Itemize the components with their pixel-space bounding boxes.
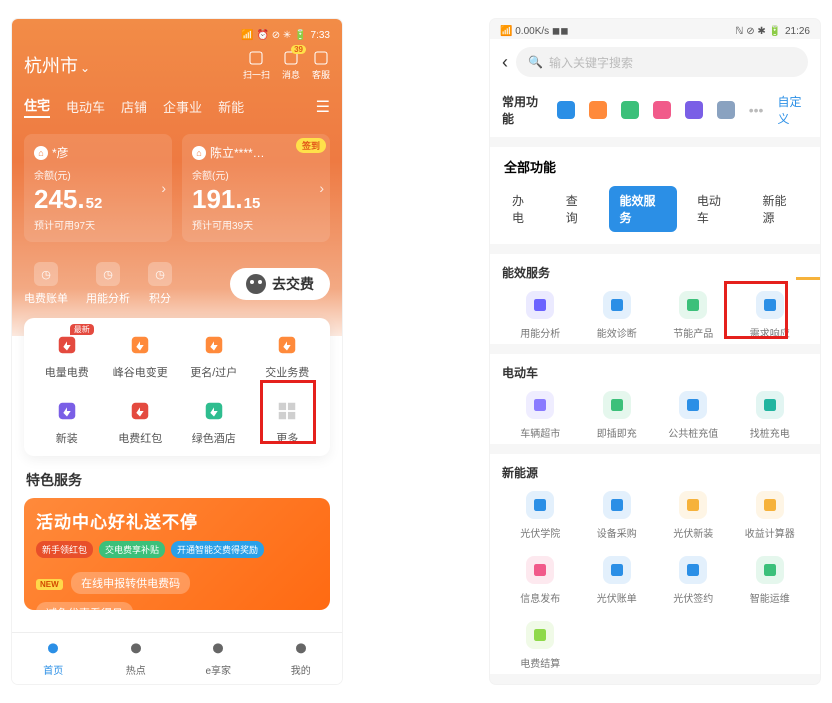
- account-card[interactable]: ⌂陈立****… 余额(元) 191.15 预计可用39天›签到: [182, 134, 330, 242]
- phone-home-screen: 📶 ⏰ ⊘ ✳ 🔋 7:33 杭州市⌄ 扫一扫消息39 客服 住宅电动车店铺企事业…: [12, 19, 342, 684]
- status-bar: 📶 0.00K/s ◼◼ ℕ ⊘ ✱ 🔋21:26: [490, 19, 820, 39]
- grid-item-绿色酒店[interactable]: 绿色酒店: [177, 398, 251, 446]
- frequent-label: 常用功能: [502, 93, 543, 127]
- service-即插即充[interactable]: 即插即充: [579, 391, 656, 440]
- menu-icon[interactable]: ☰: [316, 97, 330, 117]
- section-新能源: 新能源光伏学院设备采购光伏新装收益计算器信息发布光伏账单光伏签约智能运维电费结算: [490, 454, 820, 674]
- special-service-title: 特色服务: [26, 470, 328, 490]
- cat-能效服务[interactable]: 能效服务: [609, 186, 676, 232]
- nav-首页[interactable]: 首页: [12, 633, 95, 684]
- back-button[interactable]: ‹: [502, 52, 508, 73]
- service-收益计算器[interactable]: 收益计算器: [732, 491, 809, 540]
- cat-新能源[interactable]: 新能源: [752, 186, 808, 232]
- tab-店铺[interactable]: 店铺: [121, 97, 147, 116]
- service-设备采购[interactable]: 设备采购: [579, 491, 656, 540]
- points-icon[interactable]: ◷积分: [148, 262, 172, 306]
- all-functions-title: 全部功能: [490, 147, 820, 176]
- nav-热点[interactable]: 热点: [95, 633, 178, 684]
- service-光伏新装[interactable]: 光伏新装: [655, 491, 732, 540]
- search-input[interactable]: 🔍 输入关键字搜索: [516, 47, 808, 77]
- section-能效服务: 能效服务用能分析能效诊断节能产品需求响应: [490, 254, 820, 344]
- phone-all-functions-screen: 📶 0.00K/s ◼◼ ℕ ⊘ ✱ 🔋21:26 ‹ 🔍 输入关键字搜索 常用…: [490, 19, 820, 684]
- grid-item-新装[interactable]: 新装: [30, 398, 104, 446]
- customize-link[interactable]: 自定义: [777, 93, 808, 127]
- section-title: 新能源: [502, 464, 808, 481]
- fav-app-icon[interactable]: [653, 101, 671, 119]
- nav-我的[interactable]: 我的: [260, 633, 343, 684]
- chevron-down-icon: ⌄: [80, 61, 90, 75]
- service-电费结算[interactable]: 电费结算: [502, 621, 579, 670]
- service-公共桩充值[interactable]: 公共桩充值: [655, 391, 732, 440]
- service-需求响应[interactable]: 需求响应: [732, 291, 809, 340]
- cat-查询[interactable]: 查询: [556, 186, 600, 232]
- tab-企事业[interactable]: 企事业: [163, 97, 202, 116]
- grid-item-更多[interactable]: 更多: [251, 398, 325, 446]
- bottom-nav: 首页热点e享家我的: [12, 632, 342, 684]
- status-bar: 📶 ⏰ ⊘ ✳ 🔋 7:33: [24, 27, 330, 43]
- grid-item-电费红包[interactable]: 电费红包: [104, 398, 178, 446]
- section-title: 能效服务: [502, 264, 808, 281]
- service-能效诊断[interactable]: 能效诊断: [579, 291, 656, 340]
- grid-item-更名/过户[interactable]: 更名/过户: [177, 332, 251, 380]
- service-光伏账单[interactable]: 光伏账单: [579, 556, 656, 605]
- service-用能分析[interactable]: 用能分析: [502, 291, 579, 340]
- headset-icon[interactable]: 客服: [312, 49, 330, 81]
- promo-banner[interactable]: 活动中心好礼送不停 新手领红包交电费享补贴开通智能交费得奖励 NEW 在线申报转…: [24, 498, 330, 610]
- service-找桩充电[interactable]: 找桩充电: [732, 391, 809, 440]
- city-selector[interactable]: 杭州市⌄: [24, 52, 90, 78]
- tab-住宅[interactable]: 住宅: [24, 95, 50, 118]
- fav-app-icon[interactable]: [685, 101, 703, 119]
- grid-item-交业务费[interactable]: 交业务费: [251, 332, 325, 380]
- service-智能运维[interactable]: 智能运维: [732, 556, 809, 605]
- fav-app-icon[interactable]: [557, 101, 575, 119]
- tab-新能[interactable]: 新能: [218, 97, 244, 116]
- grid-item-峰谷电变更[interactable]: 峰谷电变更: [104, 332, 178, 380]
- nav-e享家[interactable]: e享家: [177, 633, 260, 684]
- new-badge: NEW: [36, 579, 63, 590]
- grid-item-电量电费[interactable]: 最新电量电费: [30, 332, 104, 380]
- search-icon: 🔍: [528, 55, 543, 69]
- cat-办电[interactable]: 办电: [502, 186, 546, 232]
- section-title: 电动车: [502, 364, 808, 381]
- bell-icon[interactable]: 消息39: [282, 49, 300, 81]
- service-车辆超市[interactable]: 车辆超市: [502, 391, 579, 440]
- fav-app-icon[interactable]: [589, 101, 607, 119]
- account-card[interactable]: ⌂*彦 余额(元) 245.52 预计可用97天›: [24, 134, 172, 242]
- service-节能产品[interactable]: 节能产品: [655, 291, 732, 340]
- scan-icon[interactable]: 扫一扫: [243, 49, 270, 81]
- tab-电动车[interactable]: 电动车: [66, 97, 105, 116]
- banner-chip: 开通智能交费得奖励: [171, 541, 264, 558]
- service-信息发布[interactable]: 信息发布: [502, 556, 579, 605]
- fav-app-icon[interactable]: [717, 101, 735, 119]
- function-category-tabs: 办电查询能效服务电动车新能源: [490, 176, 820, 244]
- more-dots-icon: •••: [749, 102, 764, 118]
- fav-app-icon[interactable]: [621, 101, 639, 119]
- service-光伏学院[interactable]: 光伏学院: [502, 491, 579, 540]
- bot-icon: [246, 274, 266, 294]
- cat-电动车[interactable]: 电动车: [687, 186, 743, 232]
- section-电动车: 电动车车辆超市即插即充公共桩充值找桩充电: [490, 354, 820, 444]
- pie-icon[interactable]: ◷用能分析: [86, 262, 130, 306]
- bill-icon[interactable]: ◷电费账单: [24, 262, 68, 306]
- service-光伏签约[interactable]: 光伏签约: [655, 556, 732, 605]
- pay-button[interactable]: 去交费: [230, 268, 330, 300]
- banner-chip: 交电费享补贴: [99, 541, 165, 558]
- feature-grid: 最新电量电费峰谷电变更更名/过户交业务费新装电费红包绿色酒店更多: [24, 318, 330, 456]
- annotation-pointer: [796, 277, 820, 280]
- banner-chip: 新手领红包: [36, 541, 93, 558]
- category-tabs: 住宅电动车店铺企事业新能 ☰: [24, 95, 330, 118]
